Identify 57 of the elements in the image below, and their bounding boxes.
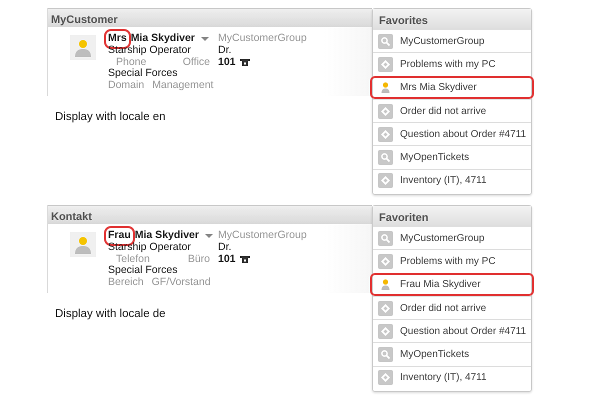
favorite-item[interactable]: MyOpenTickets: [373, 342, 531, 366]
favorite-item[interactable]: MyCustomerGroup: [373, 29, 531, 52]
diamond-icon: [378, 370, 393, 386]
telephone-icon: [240, 255, 250, 264]
search-icon: [378, 230, 393, 246]
search-icon: [378, 347, 393, 362]
panel-header: Favoriten: [373, 206, 531, 226]
diamond-icon: [378, 56, 393, 72]
favorite-item[interactable]: Order did not arrive: [373, 296, 531, 320]
diamond-icon: [378, 254, 393, 269]
office-value: 101: [218, 254, 236, 266]
search-icon: [378, 150, 393, 166]
domain-label: Bereich: [108, 277, 144, 289]
favorite-item[interactable]: Order did not arrive: [373, 98, 531, 122]
academic-title: Dr.: [218, 242, 232, 254]
diamond-icon: [378, 300, 393, 316]
diamond-icon: [378, 173, 393, 188]
phone-label: Phone: [116, 56, 146, 68]
caption: Display with locale en: [54, 110, 167, 125]
domain-label: Domain: [108, 80, 144, 92]
caret-icon[interactable]: [200, 36, 209, 41]
office-value: 101: [218, 56, 236, 68]
diamond-icon: [378, 104, 393, 119]
department: Special Forces: [108, 265, 178, 277]
telephone-icon: [240, 58, 250, 66]
contact-position: Starship Operator: [108, 44, 192, 57]
favorite-item[interactable]: Question about Order #4711: [373, 122, 531, 146]
domain-value: GF/Vorstand: [152, 277, 211, 289]
panel-header: Kontakt: [48, 205, 372, 224]
academic-title: Dr.: [218, 44, 232, 57]
panel-header: Favorites: [373, 9, 531, 29]
office-label: Büro: [188, 254, 210, 266]
office-label: Office: [182, 56, 210, 68]
favorite-item[interactable]: MyOpenTickets: [373, 145, 531, 169]
favorite-item[interactable]: Frau Mia Skydiver: [370, 272, 534, 296]
domain-value: Management: [152, 80, 214, 92]
search-icon: [378, 34, 393, 49]
favorite-item[interactable]: Inventory (IT), 4711: [373, 168, 531, 192]
favorite-item[interactable]: Inventory (IT), 4711: [373, 366, 531, 390]
person-icon: [74, 38, 92, 56]
diamond-icon: [378, 126, 393, 142]
caption: Display with locale de: [54, 307, 167, 322]
favorite-item[interactable]: Mrs Mia Skydiver: [370, 76, 534, 99]
favorite-item[interactable]: Question about Order #4711: [373, 319, 531, 342]
favorite-item[interactable]: Problems with my PC: [373, 52, 531, 76]
diamond-icon: [378, 324, 393, 339]
customer-group: MyCustomerGroup: [218, 230, 307, 242]
panel-header: MyCustomer: [48, 8, 372, 27]
customer-group: MyCustomerGroup: [218, 33, 307, 45]
contact-name: Mia Skydiver: [130, 33, 195, 45]
phone-label: Telefon: [116, 254, 150, 265]
person-icon: [74, 236, 92, 254]
contact-name: Mia Skydiver: [134, 230, 199, 242]
caret-icon[interactable]: [204, 234, 213, 238]
department: Special Forces: [108, 68, 178, 80]
favorite-item[interactable]: Problems with my PC: [373, 249, 531, 273]
favorite-item[interactable]: MyCustomerGroup: [373, 226, 531, 250]
